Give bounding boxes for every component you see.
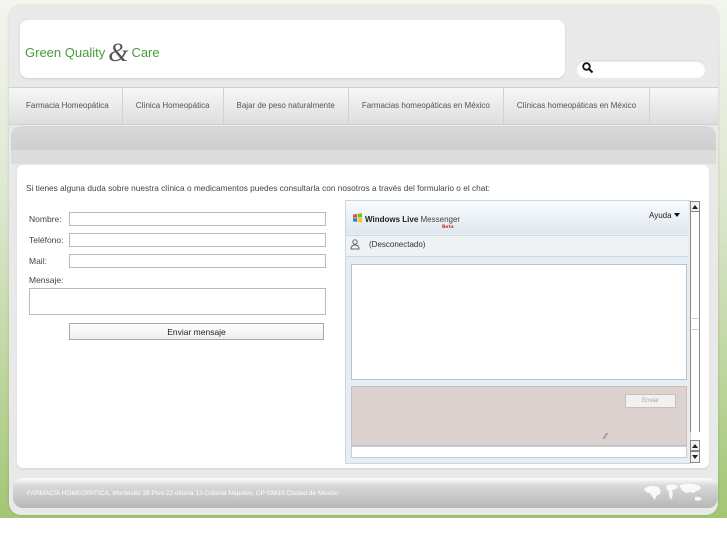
nav-clinicas-mexico[interactable]: Clínicas homeopáticas en México: [504, 88, 651, 124]
send-message-button[interactable]: Enviar mensaje: [69, 323, 324, 340]
messenger-footer-bar: [351, 446, 687, 458]
logo-text-2: Care: [131, 45, 160, 60]
resize-grip-icon[interactable]: ⁄⁄: [604, 432, 607, 441]
search-icon[interactable]: [581, 61, 595, 75]
messenger-beta-tag: Beta: [442, 225, 454, 230]
arrow-down-icon: [692, 455, 698, 459]
logo-ampersand: &: [108, 38, 129, 67]
scroll-up-button-lower[interactable]: [690, 440, 700, 451]
world-map-icon: [644, 483, 702, 501]
help-menu[interactable]: Ayuda: [649, 211, 680, 220]
scrollbar-grip-icon[interactable]: [692, 318, 698, 330]
name-field[interactable]: [69, 212, 326, 226]
site-logo[interactable]: Green Quality & Care: [25, 38, 160, 68]
arrow-up-icon: [692, 444, 698, 448]
messenger-logo: Windows Live Messenger: [352, 213, 460, 224]
windows-flag-icon: [353, 213, 362, 223]
user-icon: [350, 239, 360, 250]
messenger-status: (Desconectado): [369, 240, 426, 249]
phone-label: Teléfono:: [29, 235, 64, 245]
messenger-brand: Windows Live: [365, 215, 419, 224]
contact-intro-text: Si tienes alguna duda sobre nuestra clín…: [26, 183, 490, 193]
nav-bajar-de-peso[interactable]: Bajar de peso naturalmente: [224, 88, 349, 124]
message-label: Mensaje:: [29, 275, 64, 285]
scroll-down-button[interactable]: [690, 451, 700, 463]
phone-field[interactable]: [69, 233, 326, 247]
main-nav: Farmacia Homeopática Clínica Homeopática…: [9, 87, 718, 125]
mail-label: Mail:: [29, 256, 47, 266]
help-label: Ayuda: [649, 211, 672, 220]
nav-farmacias-mexico[interactable]: Farmacias homeopáticas en México: [349, 88, 504, 124]
name-label: Nombre:: [29, 214, 62, 224]
chevron-down-icon: [673, 213, 680, 217]
mail-field[interactable]: [69, 254, 326, 268]
footer-address: FARMACIA HOMEOPATICA, Montecito 38 Piso …: [27, 490, 339, 497]
arrow-up-icon: [692, 205, 698, 209]
messenger-send-button[interactable]: Enviar: [625, 394, 676, 408]
banner-bar-lower: [11, 150, 716, 164]
bottom-band: [0, 518, 727, 545]
nav-farmacia-homeopatica[interactable]: Farmacia Homeopática: [9, 88, 123, 124]
scroll-up-button[interactable]: [690, 201, 700, 212]
messenger-product: Messenger: [420, 215, 461, 224]
nav-clinica-homeopatica[interactable]: Clínica Homeopática: [123, 88, 224, 124]
chat-conversation-area: [351, 264, 687, 380]
logo-text-1: Green Quality: [25, 45, 106, 60]
search-input[interactable]: [598, 61, 700, 75]
message-field[interactable]: [29, 288, 326, 315]
